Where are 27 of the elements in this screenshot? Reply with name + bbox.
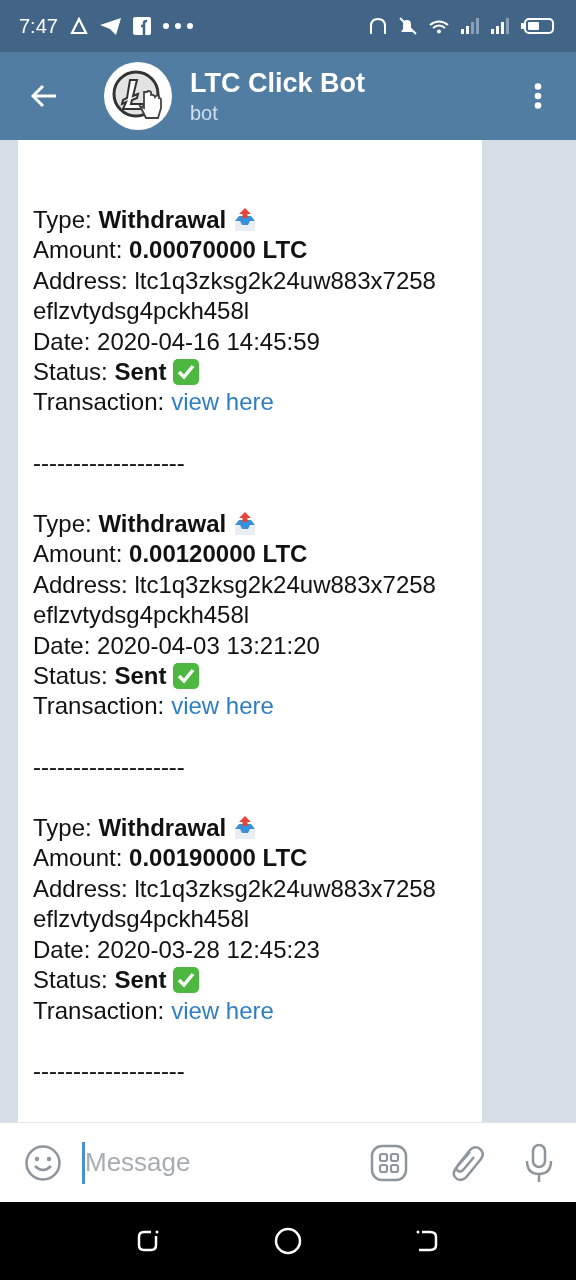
transaction-label: Transaction: bbox=[33, 995, 165, 1026]
type-line: Type: Withdrawal bbox=[33, 813, 227, 844]
separator-text: ------------------- bbox=[33, 448, 186, 479]
transaction-label: Transaction: bbox=[33, 691, 165, 722]
status-line: Status: Sent bbox=[33, 661, 167, 692]
chat-subtitle: bot bbox=[190, 101, 219, 126]
chat-title: LTC Click Bot bbox=[190, 67, 366, 100]
view-link[interactable]: view here bbox=[171, 387, 274, 418]
date-line: Date: 2020-03-28 12:45:23 bbox=[33, 934, 321, 965]
status-line: Status: Sent bbox=[33, 357, 167, 388]
separator-text: ------------------- bbox=[33, 752, 186, 783]
status-time: 7:47 bbox=[19, 14, 58, 38]
view-link[interactable]: view here bbox=[171, 691, 274, 722]
address-line: Address: ltc1q3zksg2k24uw883x7258eflzvtydsg4pckh458l bbox=[33, 569, 437, 631]
type-line: Type: Withdrawal bbox=[33, 509, 227, 540]
amount-line: Amount: 0.00120000 LTC bbox=[33, 539, 309, 570]
separator-text: ------------------- bbox=[33, 1056, 186, 1087]
date-line: Date: 2020-04-03 13:21:20 bbox=[33, 630, 321, 661]
address-line: Address: ltc1q3zksg2k24uw883x7258eflzvtydsg4pckh458l bbox=[33, 873, 437, 935]
date-line: Date: 2020-04-16 14:45:59 bbox=[33, 326, 321, 357]
address-line: Address: ltc1q3zksg2k24uw883x7258eflzvtydsg4pckh458l bbox=[33, 265, 437, 327]
amount-line: Amount: 0.00070000 LTC bbox=[33, 235, 309, 266]
amount-line: Amount: 0.00190000 LTC bbox=[33, 843, 309, 874]
status-line: Status: Sent bbox=[33, 965, 167, 996]
view-link[interactable]: view here bbox=[171, 995, 274, 1026]
transaction-label: Transaction: bbox=[33, 387, 165, 418]
type-line: Type: Withdrawal bbox=[33, 205, 227, 235]
